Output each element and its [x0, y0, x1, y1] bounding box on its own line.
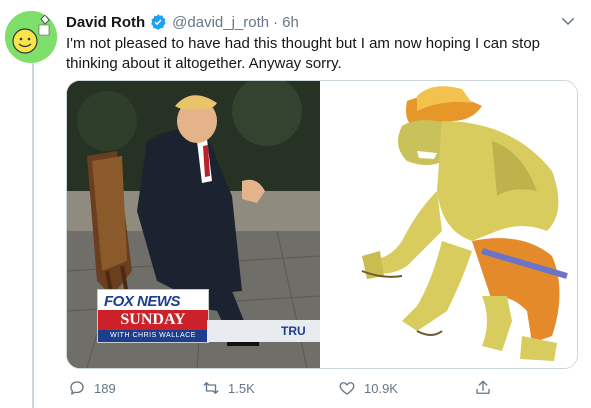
reply-icon	[70, 381, 84, 395]
tweet-time[interactable]: 6h	[282, 14, 299, 31]
tweet-header: David Roth @david_j_roth · 6h	[66, 11, 571, 33]
tweet-actions: 189 1.5K 10.9K	[66, 374, 571, 402]
author-name[interactable]: David Roth	[66, 14, 145, 31]
logo-subtitle: SUNDAY	[98, 310, 208, 330]
like-action[interactable]: 10.9K	[338, 374, 398, 402]
verified-badge-icon	[151, 14, 166, 30]
tweet-media[interactable]: FOX NEWS SUNDAY WITH CHRIS WALLACE TRU	[66, 80, 578, 369]
logo-title: FOX NEWS	[104, 293, 181, 310]
logo-host: WITH CHRIS WALLACE	[98, 330, 208, 342]
banner-text: TRU	[281, 324, 306, 338]
heart-icon	[339, 382, 355, 395]
author-handle[interactable]: @david_j_roth	[172, 14, 269, 31]
smiley-avatar-icon	[5, 11, 57, 63]
retweet-action[interactable]: 1.5K	[202, 374, 255, 402]
share-icon	[476, 380, 490, 394]
reply-count: 189	[94, 380, 116, 396]
retweet-icon	[203, 382, 219, 394]
retweet-count: 1.5K	[228, 380, 255, 396]
separator-dot: ·	[273, 13, 279, 31]
share-action[interactable]	[474, 374, 500, 402]
media-photo-right[interactable]	[322, 81, 577, 368]
like-count: 10.9K	[364, 380, 398, 396]
media-photo-left[interactable]: FOX NEWS SUNDAY WITH CHRIS WALLACE TRU	[67, 81, 320, 368]
tweet-text: I'm not pleased to have had this thought…	[66, 35, 541, 72]
reply-action[interactable]: 189	[68, 374, 116, 402]
thread-line	[32, 60, 34, 408]
pixel-creature-image	[322, 81, 577, 368]
chevron-down-icon[interactable]	[559, 12, 577, 30]
fox-news-sunday-logo: FOX NEWS SUNDAY WITH CHRIS WALLACE	[97, 289, 209, 343]
avatar[interactable]	[5, 11, 57, 63]
